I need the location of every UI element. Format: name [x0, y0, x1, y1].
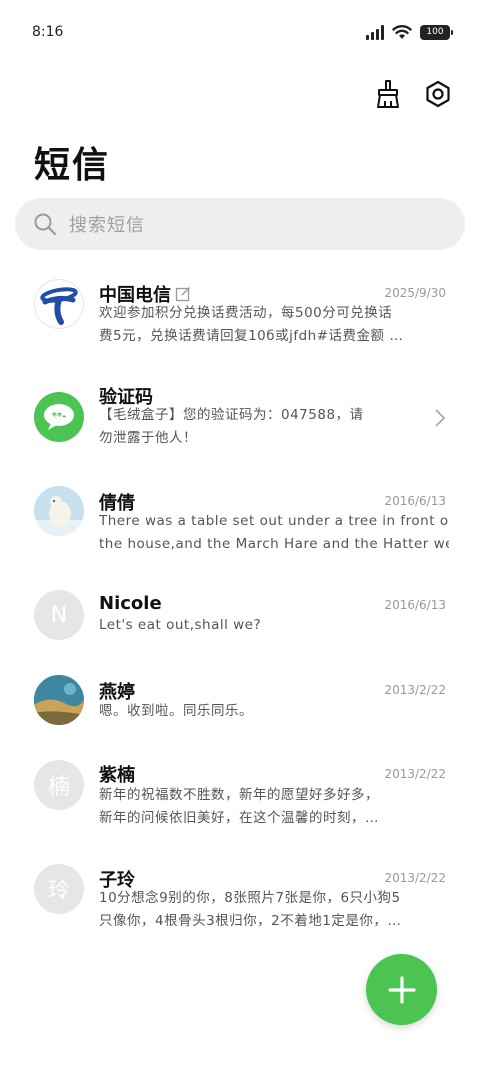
message-date: 2016/6/13	[384, 598, 446, 612]
message-preview: 【毛绒盒子】您的验证码为：047588，请 勿泄露于他人！	[99, 407, 364, 446]
message-item-china-telecom[interactable]: 中国电信 2025/9/30 欢迎参加积分兑换话费活动，每500分可兑换话 费5…	[0, 270, 480, 370]
new-message-button[interactable]	[366, 954, 437, 1025]
clean-button[interactable]	[372, 78, 404, 110]
signal-icon	[366, 24, 384, 40]
message-preview: Let's eat out,shall we?	[99, 617, 262, 633]
wifi-icon	[392, 25, 412, 39]
status-bar: 8:16 100	[0, 0, 480, 60]
message-item-zinan[interactable]: 楠 紫楠 2013/2/22 新年的祝福数不胜数，新年的愿望好多好多， 新年的问…	[0, 760, 480, 860]
search-placeholder: 搜索短信	[69, 215, 145, 236]
avatar: 楠	[34, 760, 84, 810]
message-date: 2013/2/22	[384, 683, 446, 697]
battery-indicator: 100	[420, 24, 453, 40]
settings-button[interactable]	[422, 78, 454, 110]
plus-icon	[387, 975, 416, 1004]
landscape-photo	[34, 675, 84, 725]
polar-bear-photo	[34, 486, 84, 536]
search-icon	[34, 213, 57, 236]
page-title: 短信	[34, 145, 111, 186]
verification-code-icon: **-	[34, 392, 84, 442]
message-preview: 10分想念9别的你，8张照片7张是你，6只小狗5 只像你，4根骨头3根归你，2不…	[99, 890, 402, 929]
status-icons: 100	[366, 24, 453, 40]
avatar: N	[34, 590, 84, 640]
message-preview: 嗯。收到啦。同乐同乐。	[99, 703, 253, 719]
broom-icon	[377, 80, 399, 108]
settings-hexagon-icon	[426, 80, 450, 108]
message-date: 2016/6/13	[384, 494, 446, 508]
svg-text:**-: **-	[52, 411, 67, 422]
message-date: 2013/2/22	[384, 871, 446, 885]
search-input[interactable]: 搜索短信	[15, 198, 465, 250]
message-date: 2013/2/22	[384, 767, 446, 781]
edit-icon	[175, 287, 190, 302]
avatar: 玲	[34, 864, 84, 914]
message-item-nicole[interactable]: N Nicole 2016/6/13 Let's eat out,shall w…	[0, 582, 480, 682]
contact-name: Nicole	[99, 593, 162, 614]
message-date: 2025/9/30	[384, 286, 446, 300]
message-preview: There was a table set out under a tree i…	[99, 513, 449, 552]
top-actions	[372, 78, 454, 110]
message-item-ziling[interactable]: 玲 子玲 2013/2/22 10分想念9别的你，8张照片7张是你，6只小狗5 …	[0, 862, 480, 962]
status-time: 8:16	[32, 24, 64, 40]
china-telecom-logo	[34, 279, 84, 329]
chevron-right-icon	[435, 409, 446, 427]
message-preview: 新年的祝福数不胜数，新年的愿望好多好多， 新年的问候依旧美好，在这个温馨的时刻，…	[99, 787, 379, 826]
message-item-verification-code[interactable]: **- 验证码 【毛绒盒子】您的验证码为：047588，请 勿泄露于他人！	[0, 374, 480, 474]
message-item-qianqian[interactable]: 倩倩 2016/6/13 There was a table set out u…	[0, 478, 480, 578]
message-preview: 欢迎参加积分兑换话费活动，每500分可兑换话 费5元，兑换话费请回复10б或jf…	[99, 305, 404, 344]
message-item-yanting[interactable]: 燕婷 2013/2/22 嗯。收到啦。同乐同乐。	[0, 674, 480, 774]
